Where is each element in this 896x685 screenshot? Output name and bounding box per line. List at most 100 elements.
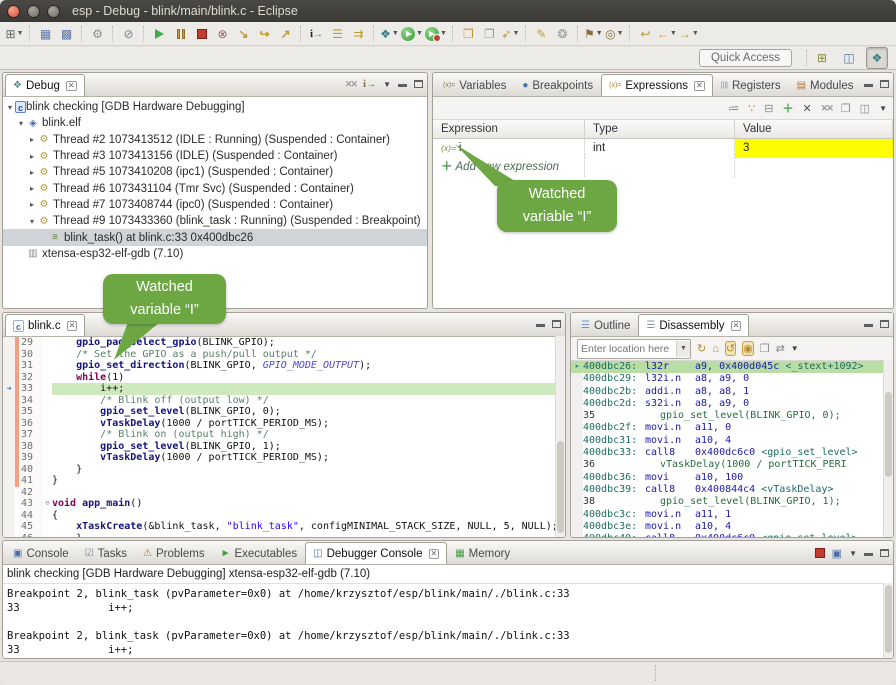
disassembly-scrollbar[interactable] xyxy=(883,360,893,538)
remove-expression-icon[interactable]: ✕ xyxy=(802,102,811,115)
tab-disassembly[interactable]: ☰Disassembly✕ xyxy=(638,314,749,336)
tab-console[interactable]: ▣Console xyxy=(5,542,77,564)
detail-pane-icon[interactable]: ◫ xyxy=(860,102,870,115)
scrollbar-thumb[interactable] xyxy=(885,585,892,653)
show-logical-structure-icon[interactable]: ∵ xyxy=(748,102,755,115)
tab-tasks[interactable]: ☑Tasks xyxy=(77,542,135,564)
column-header-expression[interactable]: Expression xyxy=(433,120,585,138)
tab-debugger-console[interactable]: ◫Debugger Console✕ xyxy=(305,542,447,564)
instruction-stepping-icon[interactable]: i→ xyxy=(306,24,327,44)
drop-to-frame-icon[interactable]: ☰ xyxy=(327,24,348,44)
link-icon[interactable]: ⇄ xyxy=(776,342,785,355)
breakpoint-margin[interactable] xyxy=(3,464,15,476)
back-icon[interactable]: ←▼ xyxy=(656,24,678,44)
chevron-down-icon[interactable]: ▼ xyxy=(17,30,24,37)
step-return-icon[interactable]: ↗ xyxy=(275,24,296,44)
disconnect-icon[interactable]: ⊗ xyxy=(212,24,233,44)
breakpoint-margin[interactable] xyxy=(3,349,15,361)
instruction-pointer-margin[interactable] xyxy=(571,447,583,459)
chevron-down-icon[interactable]: ▼ xyxy=(617,30,624,37)
instruction-pointer-margin[interactable] xyxy=(571,373,583,385)
instruction-pointer-margin[interactable] xyxy=(571,496,583,508)
refresh-icon[interactable]: ↻ xyxy=(697,342,706,355)
minimize-icon[interactable] xyxy=(864,553,873,556)
run-icon[interactable]: ▼ xyxy=(400,24,424,44)
close-icon[interactable]: ✕ xyxy=(67,321,78,331)
new-wizard-icon[interactable]: ⊞▼ xyxy=(4,24,25,44)
column-header-type[interactable]: Type xyxy=(585,120,735,138)
editor-scrollbar[interactable] xyxy=(555,336,565,537)
instruction-pointer-margin[interactable]: ➤ xyxy=(571,361,583,373)
twisty-icon[interactable]: ▸ xyxy=(27,152,37,161)
resume-icon[interactable] xyxy=(149,24,170,44)
minimize-icon[interactable] xyxy=(864,84,873,87)
suspend-icon[interactable] xyxy=(170,24,191,44)
close-icon[interactable]: ✕ xyxy=(731,321,742,331)
debug-tree-item[interactable]: ▾⚙Thread #9 1073433360 (blink_task : Run… xyxy=(3,213,427,229)
tab-variables[interactable]: (x)=Variables xyxy=(435,74,514,96)
launch-history-icon[interactable]: ➶▼ xyxy=(500,24,521,44)
tab-memory[interactable]: ▦Memory xyxy=(447,542,518,564)
last-edit-location-icon[interactable]: ↩ xyxy=(635,24,656,44)
breakpoint-margin[interactable] xyxy=(3,441,15,453)
close-icon[interactable]: ✕ xyxy=(694,81,705,91)
chevron-down-icon[interactable]: ▼ xyxy=(596,30,603,37)
view-menu-icon[interactable]: ▼ xyxy=(879,104,887,113)
chevron-down-icon[interactable]: ▼ xyxy=(416,30,423,37)
maximize-icon[interactable] xyxy=(552,320,561,328)
instruction-stepping-mode-icon[interactable]: i→ xyxy=(363,78,376,90)
save-all-icon[interactable]: ▩ xyxy=(56,24,77,44)
debug-tree[interactable]: ▾cblink checking [GDB Hardware Debugging… xyxy=(3,97,427,262)
breakpoint-margin[interactable] xyxy=(3,487,15,499)
maximize-icon[interactable] xyxy=(880,80,889,88)
close-icon[interactable]: ✕ xyxy=(429,549,440,559)
maximize-icon[interactable] xyxy=(880,320,889,328)
track-expression-icon[interactable]: ◉ xyxy=(742,341,754,356)
tab-outline[interactable]: ☰Outline xyxy=(573,314,638,336)
twisty-icon[interactable]: ▾ xyxy=(16,119,26,128)
skip-all-breakpoints-icon[interactable]: ⊘ xyxy=(118,24,139,44)
use-step-filters-icon[interactable]: ⇉ xyxy=(348,24,369,44)
external-annotations-icon[interactable]: ❂ xyxy=(552,24,573,44)
minimize-icon[interactable] xyxy=(864,324,873,327)
open-debug-config-icon[interactable]: ❐ xyxy=(479,24,500,44)
breakpoint-margin[interactable] xyxy=(3,337,15,349)
debug-tree-item[interactable]: ▸⚙Thread #2 1073413512 (IDLE : Running) … xyxy=(3,132,427,148)
chevron-down-icon[interactable]: ▼ xyxy=(392,30,399,37)
instruction-pointer-margin[interactable] xyxy=(571,386,583,398)
bookmarks-icon[interactable]: ◎▼ xyxy=(604,24,625,44)
new-view-icon[interactable]: ❐ xyxy=(760,342,770,355)
remove-all-terminated-icon[interactable]: ✕✕ xyxy=(345,79,356,90)
console-scrollbar[interactable] xyxy=(883,583,893,659)
chevron-down-icon[interactable]: ▼ xyxy=(849,549,857,558)
code-editor[interactable]: 29 gpio_pad_select_gpio(BLINK_GPIO);30 /… xyxy=(3,337,565,538)
maximize-icon[interactable] xyxy=(880,549,889,557)
console-output[interactable]: Breakpoint 2, blink_task (pvParameter=0x… xyxy=(3,584,893,657)
debug-tree-item[interactable]: ▸⚙Thread #7 1073408744 (ipc0) (Suspended… xyxy=(3,197,427,213)
debug-tree-item[interactable]: ▥xtensa-esp32-elf-gdb (7.10) xyxy=(3,246,427,262)
breakpoint-margin[interactable] xyxy=(3,521,15,533)
window-maximize-button[interactable] xyxy=(47,5,60,18)
breakpoint-margin[interactable]: ➜ xyxy=(3,383,15,395)
instruction-pointer-margin[interactable] xyxy=(571,459,583,471)
chevron-down-icon[interactable]: ▼ xyxy=(692,30,699,37)
window-minimize-button[interactable] xyxy=(27,5,40,18)
chevron-down-icon[interactable]: ▼ xyxy=(440,30,447,37)
build-icon[interactable]: ⚙ xyxy=(87,24,108,44)
instruction-pointer-margin[interactable] xyxy=(571,484,583,496)
open-run-config-icon[interactable]: ❒ xyxy=(458,24,479,44)
tab-debug[interactable]: ❖ Debug ✕ xyxy=(5,74,85,96)
remove-all-expressions-icon[interactable]: ✕✕ xyxy=(821,103,832,114)
tab-executables[interactable]: ►Executables xyxy=(213,542,306,564)
mark-occurrences-icon[interactable]: ✎ xyxy=(531,24,552,44)
instruction-pointer-margin[interactable] xyxy=(571,422,583,434)
tab-blink-c[interactable]: c blink.c ✕ xyxy=(5,314,85,336)
breakpoint-margin[interactable] xyxy=(3,360,15,372)
view-menu-icon[interactable]: ▼ xyxy=(383,80,391,89)
step-into-icon[interactable]: ↘ xyxy=(233,24,254,44)
debug-tree-item[interactable]: ≡blink_task() at blink.c:33 0x400dbc26 xyxy=(3,229,427,245)
minimize-icon[interactable] xyxy=(398,84,407,87)
column-header-value[interactable]: Value xyxy=(735,120,893,138)
tab-modules[interactable]: ▤Modules xyxy=(789,74,862,96)
chevron-down-icon[interactable]: ▼ xyxy=(676,341,690,357)
